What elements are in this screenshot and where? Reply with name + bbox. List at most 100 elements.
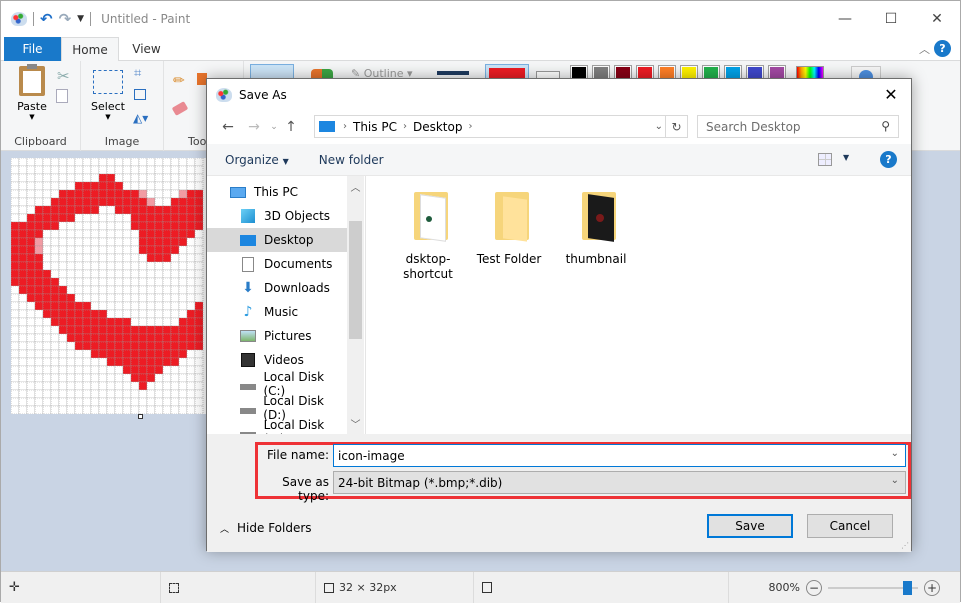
nav-item-3d-objects[interactable]: 3D Objects (207, 204, 347, 228)
canvas-pixel (194, 325, 204, 335)
redo-icon[interactable]: ↷ (59, 10, 72, 28)
canvas-pixel (66, 357, 76, 367)
canvas-pixel (194, 277, 204, 287)
canvas-pixel (90, 301, 100, 311)
maximize-button[interactable]: ☐ (868, 1, 914, 37)
tab-view[interactable]: View (119, 37, 174, 61)
chevron-up-icon: ︿ (220, 524, 230, 535)
file-item[interactable]: dsktop-shortcut (388, 186, 468, 282)
select-button[interactable]: Select ▼ (91, 70, 125, 121)
help-icon[interactable]: ? (934, 40, 951, 57)
nav-item-local-disk-c[interactable]: Local Disk (C:) (207, 370, 347, 398)
customize-qat-icon[interactable]: ▼ (77, 14, 84, 24)
pencil-icon[interactable]: ✏ (173, 73, 185, 89)
recent-locations-button[interactable]: ⌄ (267, 122, 281, 132)
breadcrumb-desktop[interactable]: Desktop (413, 120, 463, 134)
nav-item-desktop[interactable]: Desktop (207, 228, 347, 252)
size-icon[interactable] (437, 71, 469, 75)
undo-icon[interactable]: ↶ (40, 10, 53, 28)
nav-item-local-disk-d[interactable]: Local Disk (D:) (207, 394, 347, 422)
zoom-out-button[interactable]: − (806, 579, 822, 596)
paste-button[interactable]: Paste ▼ (15, 64, 49, 126)
close-button[interactable]: ✕ (914, 1, 960, 37)
canvas-pixel (34, 365, 44, 375)
cut-icon[interactable]: ✂ (57, 67, 70, 85)
resize-icon[interactable] (134, 89, 146, 100)
paint-app-icon[interactable] (11, 12, 27, 26)
canvas-pixel (122, 309, 132, 319)
canvas-pixel (58, 325, 68, 335)
scroll-down-icon[interactable]: ﹀ (347, 416, 364, 431)
nav-item-pictures[interactable]: Pictures (207, 324, 347, 348)
file-item[interactable]: thumbnail (556, 186, 636, 267)
save-as-type-select[interactable]: 24-bit Bitmap (*.bmp;*.dib) ⌄ (333, 471, 906, 494)
refresh-button[interactable]: ↻ (665, 116, 687, 137)
file-name-input[interactable]: icon-image ⌄ (333, 444, 906, 467)
dialog-close-button[interactable]: ✕ (871, 79, 911, 110)
chevron-down-icon[interactable]: ⌄ (891, 475, 899, 486)
search-input[interactable]: Search Desktop ⚲ (697, 115, 899, 138)
eraser-icon[interactable] (171, 101, 189, 116)
zoom-slider-thumb[interactable] (902, 580, 912, 595)
canvas-pixel (138, 389, 148, 399)
canvas-pixel (98, 221, 108, 231)
nav-item-downloads[interactable]: ⬇ Downloads (207, 276, 347, 300)
canvas-pixel (50, 221, 60, 231)
file-item[interactable]: Test Folder (469, 186, 549, 267)
scroll-thumb[interactable] (349, 221, 362, 339)
back-button[interactable]: ← (215, 119, 241, 135)
nav-scrollbar[interactable]: ︿ ﹀ (347, 176, 364, 434)
dialog-help-icon[interactable]: ? (880, 151, 897, 168)
up-button[interactable]: ↑ (281, 119, 301, 135)
tab-file[interactable]: File (4, 37, 61, 61)
nav-item-documents[interactable]: Documents (207, 252, 347, 276)
collapse-ribbon-icon[interactable]: ︿ (919, 41, 930, 57)
canvas-pixel (42, 181, 52, 191)
address-bar[interactable]: › This PC › Desktop › ⌄ ↻ (314, 115, 688, 138)
minimize-button[interactable]: — (822, 1, 868, 37)
canvas-pixel (82, 165, 92, 175)
canvas-pixel (98, 189, 108, 199)
scroll-up-icon[interactable]: ︿ (347, 179, 364, 194)
address-dropdown-icon[interactable]: ⌄ (655, 116, 663, 137)
canvas-pixel (74, 173, 84, 183)
save-button[interactable]: Save (707, 514, 793, 538)
view-options-dropdown[interactable]: ▼ (843, 153, 849, 162)
folder-shortcut-icon (404, 186, 452, 248)
drawing-canvas[interactable] (11, 158, 207, 414)
organize-button[interactable]: Organize ▼ (225, 153, 289, 167)
canvas-pixel (106, 189, 116, 199)
zoom-slider[interactable] (828, 580, 918, 595)
canvas-pixel (34, 333, 44, 343)
breadcrumb-this-pc[interactable]: This PC (353, 120, 397, 134)
resize-grip-icon[interactable]: ⋰ (901, 541, 909, 550)
canvas-pixel (11, 277, 20, 287)
hide-folders-button[interactable]: ︿ Hide Folders (220, 521, 312, 535)
canvas-pixel (186, 213, 196, 223)
nav-item-videos[interactable]: Videos (207, 348, 347, 372)
crop-icon[interactable]: ⌗ (134, 66, 141, 81)
chevron-down-icon[interactable]: ⌄ (891, 448, 899, 459)
canvas-resize-handle[interactable] (138, 414, 143, 419)
canvas-pixel (82, 405, 92, 414)
rotate-icon[interactable]: ◭▾ (133, 111, 148, 125)
canvas-pixel (194, 389, 204, 399)
nav-item-music[interactable]: ♪ Music (207, 300, 347, 324)
image-size: 32 × 32px (316, 572, 474, 603)
canvas-pixel (138, 333, 148, 343)
canvas-pixel (74, 397, 84, 407)
canvas-pixel (146, 221, 156, 231)
nav-item-local-disk-e[interactable]: Local Disk (E:) (207, 418, 347, 434)
canvas-pixel (138, 381, 148, 391)
copy-icon[interactable] (56, 89, 68, 103)
change-view-icon[interactable] (818, 153, 832, 166)
forward-button[interactable]: → (241, 119, 267, 135)
zoom-in-button[interactable]: + (924, 579, 940, 596)
new-folder-button[interactable]: New folder (319, 153, 384, 167)
cancel-button[interactable]: Cancel (807, 514, 893, 538)
nav-item-this-pc[interactable]: This PC (207, 180, 347, 204)
canvas-pixel (154, 357, 164, 367)
canvas-pixel (90, 285, 100, 295)
canvas-pixel (178, 261, 188, 271)
tab-home[interactable]: Home (61, 37, 119, 62)
